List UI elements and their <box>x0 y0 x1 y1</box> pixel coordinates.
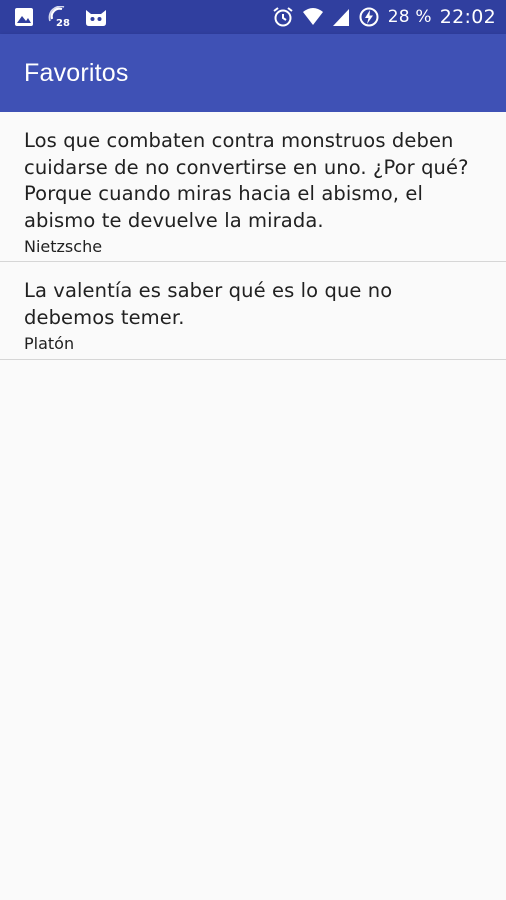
quote-text: La valentía es saber qué es lo que no de… <box>24 279 393 329</box>
image-icon <box>14 7 34 27</box>
quote-text: Los que combaten contra monstruos deben … <box>24 129 469 232</box>
list-item[interactable]: Los que combaten contra monstruos deben … <box>0 112 506 262</box>
quote-author: Platón <box>24 334 75 353</box>
page-title: Favoritos <box>24 59 129 87</box>
notification-28-icon: 28 <box>48 6 70 28</box>
battery-charging-icon <box>358 6 380 28</box>
cat-face-icon <box>84 7 108 27</box>
favorites-list: Los que combaten contra monstruos deben … <box>0 112 506 360</box>
status-bar: 28 28 % 22:02 <box>0 0 506 34</box>
quote-author: Nietzsche <box>24 237 103 256</box>
battery-percentage: 28 % <box>387 7 432 27</box>
wifi-icon <box>302 7 324 27</box>
clock: 22:02 <box>439 6 496 28</box>
list-item[interactable]: La valentía es saber qué es lo que no de… <box>0 262 506 360</box>
status-left-icons: 28 <box>14 6 122 28</box>
app-bar: Favoritos <box>0 34 506 112</box>
signal-icon <box>332 7 350 27</box>
alarm-icon <box>272 6 294 28</box>
badge-28: 28 <box>56 18 70 28</box>
status-right-icons: 28 % 22:02 <box>264 5 496 29</box>
